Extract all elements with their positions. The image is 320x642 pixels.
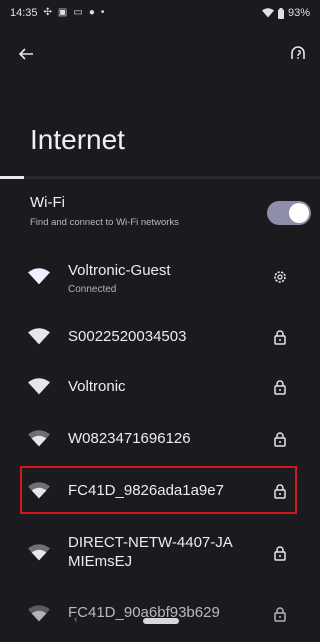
lock-icon	[270, 327, 290, 347]
page-title: Internet	[30, 124, 125, 155]
wifi-signal-full-icon	[28, 268, 50, 285]
network-name: Voltronic-Guest	[68, 262, 171, 279]
network-settings-button[interactable]	[270, 267, 290, 287]
network-item[interactable]: W0823471696126	[0, 414, 320, 464]
settings-dot-icon: ●	[88, 7, 95, 18]
network-item-voltronic-guest[interactable]: Voltronic-Guest Connected	[0, 252, 320, 302]
lock-icon	[270, 604, 290, 624]
network-name: S0022520034503	[68, 328, 187, 345]
lock-icon	[270, 377, 290, 397]
selection-highlight-box	[20, 466, 297, 514]
battery-percent: 93%	[287, 7, 310, 19]
lock-icon	[270, 429, 290, 449]
back-button[interactable]	[12, 40, 40, 68]
help-button[interactable]	[284, 40, 312, 68]
wifi-signal-full-icon	[28, 328, 50, 345]
wifi-signal-full-icon	[28, 378, 50, 395]
network-name-line2: MIEmsEJ	[68, 553, 133, 570]
wifi-signal-medium-icon	[28, 605, 50, 622]
network-name-line1: DIRECT-NETW-4407-JA	[68, 534, 233, 551]
wifi-signal-medium-icon	[28, 544, 50, 561]
nav-back-chevron-icon[interactable]: ‹	[74, 614, 77, 625]
gear-icon	[274, 271, 286, 283]
help-icon	[291, 46, 305, 59]
wifi-toggle-row[interactable]: Wi-Fi Find and connect to Wi-Fi networks	[0, 186, 320, 242]
network-name: W0823471696126	[68, 430, 191, 447]
arrow-left-icon	[18, 48, 33, 60]
fan-icon: ✣	[43, 7, 52, 18]
network-status: Connected	[68, 284, 117, 295]
loading-progress-fill	[0, 176, 24, 179]
wifi-icon	[261, 8, 274, 18]
loading-progress-bar	[0, 176, 320, 179]
wifi-label: Wi-Fi	[30, 194, 65, 211]
notification-icon: ▭	[73, 7, 83, 18]
network-item[interactable]: Voltronic	[0, 362, 320, 412]
top-app-bar	[0, 34, 320, 74]
status-bar: 14:35 ✣ ▣ ▭ ● • 93%	[0, 0, 320, 26]
battery-icon	[277, 7, 284, 19]
gesture-nav-handle[interactable]	[143, 618, 179, 624]
message-icon: ▣	[57, 7, 68, 18]
network-name: Voltronic	[68, 378, 126, 395]
network-item[interactable]: DIRECT-NETW-4407-JA MIEmsEJ	[0, 524, 320, 580]
network-item[interactable]: S0022520034503	[0, 312, 320, 362]
wifi-toggle-switch[interactable]	[267, 201, 311, 225]
wifi-signal-medium-icon	[28, 430, 50, 447]
wifi-sublabel: Find and connect to Wi-Fi networks	[30, 217, 179, 228]
lock-icon	[270, 543, 290, 563]
dot-icon: •	[100, 7, 105, 18]
status-left: 14:35 ✣ ▣ ▭ ● •	[10, 7, 104, 19]
status-right: 93%	[261, 7, 310, 19]
status-time: 14:35	[10, 7, 38, 19]
network-item[interactable]: FC41D_90a6bf93b629	[0, 592, 320, 642]
toggle-knob	[289, 203, 309, 223]
